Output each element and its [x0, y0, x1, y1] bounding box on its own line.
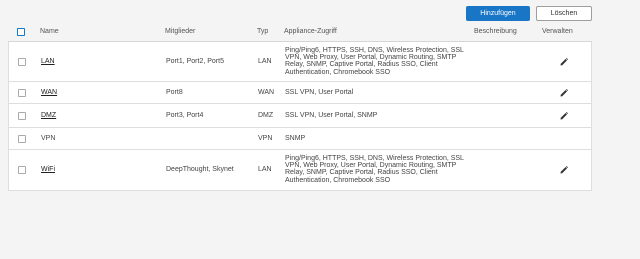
table-row[interactable]: WAN Port8 WAN SSL VPN, User Portal: [9, 82, 591, 104]
select-all-checkbox[interactable]: [17, 28, 25, 36]
row-checkbox[interactable]: [18, 135, 26, 143]
row-checkbox[interactable]: [18, 58, 26, 66]
column-header-name[interactable]: Name: [40, 28, 59, 35]
table-row[interactable]: WiFi DeepThought, Skynet LAN Ping/Ping6, HT…: [9, 150, 591, 190]
row-checkbox[interactable]: [18, 89, 26, 97]
zone-name-link[interactable]: DMZ: [41, 112, 56, 119]
zone-members: Port1, Port2, Port5: [166, 58, 224, 65]
table-row[interactable]: LAN Port1, Port2, Port5 LAN Ping/Ping6, HTT…: [9, 42, 591, 82]
table-body: LAN Port1, Port2, Port5 LAN Ping/Ping6, HTT…: [8, 42, 592, 191]
column-header-manage: Verwalten: [542, 28, 573, 35]
delete-button[interactable]: Löschen: [536, 6, 592, 21]
table-row[interactable]: DMZ Port3, Port4 DMZ SSL VPN, User Portal, …: [9, 104, 591, 128]
column-header-access[interactable]: Appliance-Zugriff: [284, 28, 337, 35]
column-header-type[interactable]: Typ: [257, 28, 268, 35]
column-header-description[interactable]: Beschreibung: [474, 28, 517, 35]
pencil-icon[interactable]: [559, 111, 569, 121]
zone-name-link[interactable]: LAN: [41, 58, 55, 65]
zone-type: DMZ: [258, 112, 274, 119]
zone-members: DeepThought, Skynet: [166, 166, 234, 173]
zone-members: Port3, Port4: [166, 112, 204, 119]
column-header-members[interactable]: Mitglieder: [165, 28, 195, 35]
zone-appliance-access: SNMP: [285, 135, 306, 142]
toolbar: Hinzufügen Löschen: [466, 6, 592, 21]
zone-appliance-access: SSL VPN, User Portal: [285, 89, 354, 96]
zone-appliance-access: Ping/Ping6, HTTPS, SSH, DNS, Wireless Pr…: [285, 47, 464, 76]
table-row[interactable]: VPN VPN SNMP: [9, 128, 591, 150]
row-checkbox[interactable]: [18, 112, 26, 120]
zone-name-link[interactable]: WiFi: [41, 166, 55, 173]
zone-members: Port8: [166, 89, 183, 96]
pencil-icon[interactable]: [559, 88, 569, 98]
zone-type: WAN: [258, 89, 275, 96]
zone-appliance-access: SSL VPN, User Portal, SNMP: [285, 112, 378, 119]
zone-type: VPN: [258, 135, 273, 142]
zones-table: Name Mitglieder Typ Appliance-Zugriff Be…: [8, 24, 592, 191]
zone-name-link: VPN: [41, 135, 56, 142]
zone-name-link[interactable]: WAN: [41, 89, 57, 96]
pencil-icon[interactable]: [559, 57, 569, 67]
zone-type: LAN: [258, 166, 272, 173]
zone-appliance-access: Ping/Ping6, HTTPS, SSH, DNS, Wireless Pr…: [285, 155, 464, 184]
row-checkbox[interactable]: [18, 166, 26, 174]
pencil-icon[interactable]: [559, 165, 569, 175]
zone-type: LAN: [258, 58, 272, 65]
table-header: Name Mitglieder Typ Appliance-Zugriff Be…: [8, 24, 592, 42]
add-button[interactable]: Hinzufügen: [466, 6, 530, 21]
